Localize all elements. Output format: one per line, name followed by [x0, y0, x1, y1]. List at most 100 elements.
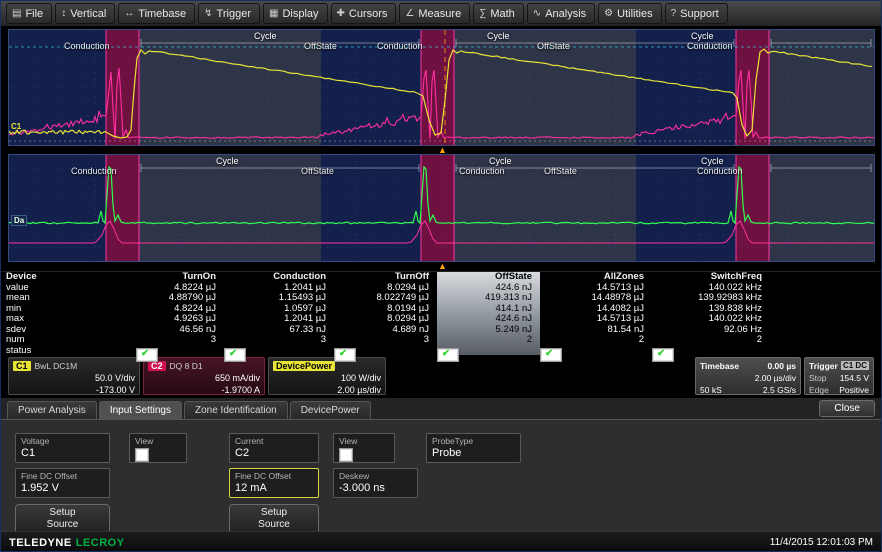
view-current-checkbox[interactable] [339, 448, 353, 462]
timebase-descriptor[interactable]: Timebase 0.00 µs 2.00 µs/div 50 kS 2.5 G… [695, 357, 801, 395]
tab-input-settings[interactable]: Input Settings [99, 401, 182, 419]
tab-zone-identification[interactable]: Zone Identification [184, 401, 288, 419]
table-row-label[interactable]: status [1, 346, 136, 362]
table-row-label[interactable]: num [1, 335, 136, 346]
table-cell[interactable]: 8.0294 µJ [334, 314, 437, 325]
table-cell[interactable]: ✔ [136, 348, 158, 362]
table-cell[interactable]: 4.88790 µJ [136, 293, 224, 304]
waveform-grid-top[interactable]: CycleCycleCycleConductionOffStateConduct… [8, 29, 875, 146]
setup-source-voltage-button[interactable]: Setup Source [15, 504, 110, 534]
trigger-time-marker-top[interactable]: ▲ [438, 146, 447, 154]
table-cell[interactable]: 140.022 kHz [652, 314, 770, 325]
table-cell[interactable]: 14.5713 µJ [540, 283, 652, 294]
current-field-label: Current [235, 436, 313, 446]
table-header-cell[interactable]: SwitchFreq [652, 272, 770, 283]
c2-coupling: DQ 8 D1 [170, 361, 203, 371]
menu-item-cursors[interactable]: ✚Cursors [331, 3, 397, 24]
table-cell[interactable]: 4.8224 µJ [136, 283, 224, 294]
table-cell[interactable]: 3 [334, 335, 437, 346]
table-cell[interactable]: 419.313 nJ [437, 293, 540, 304]
table-cell[interactable]: 424.6 nJ [437, 283, 540, 294]
table-cell[interactable]: 414.1 nJ [437, 304, 540, 315]
table-cell[interactable]: 1.2041 µJ [224, 283, 334, 294]
probe-type-field[interactable]: ProbeType Probe [426, 433, 521, 463]
table-cell[interactable]: 4.8224 µJ [136, 304, 224, 315]
view-voltage-checkbox[interactable] [135, 448, 149, 462]
tab-power-analysis[interactable]: Power Analysis [7, 401, 97, 419]
table-header-cell[interactable]: TurnOn [136, 272, 224, 283]
view-voltage-group[interactable]: View [129, 433, 187, 463]
table-cell[interactable]: 1.15493 µJ [224, 293, 334, 304]
table-row-label[interactable]: sdev [1, 325, 136, 336]
table-header-cell[interactable]: Conduction [224, 272, 334, 283]
table-cell[interactable]: ✔ [334, 348, 356, 362]
table-cell[interactable]: 2 [540, 335, 652, 346]
table-cell[interactable]: 1.0597 µJ [224, 304, 334, 315]
table-cell[interactable]: 424.6 nJ [437, 314, 540, 325]
table-row-label[interactable]: mean [1, 293, 136, 304]
table-cell[interactable]: 3 [224, 335, 334, 346]
table-cell[interactable]: 14.5713 µJ [540, 314, 652, 325]
waveform-grid-bottom[interactable]: CycleCycleCycleConductionOffStateConduct… [8, 154, 875, 262]
table-cell[interactable]: 140.022 kHz [652, 283, 770, 294]
table-cell[interactable]: 5.249 nJ [437, 325, 540, 336]
table-header-cell[interactable]: AllZones [540, 272, 652, 283]
table-cell[interactable]: 4.689 nJ [334, 325, 437, 336]
trace-label-c1[interactable]: C1 [11, 122, 21, 131]
table-header-cell[interactable]: OffState [437, 272, 540, 283]
table-cell[interactable]: 92.06 Hz [652, 325, 770, 336]
fine-dc-offset-voltage-field[interactable]: Fine DC Offset 1.952 V [15, 468, 110, 498]
table-cell[interactable]: 3 [136, 335, 224, 346]
table-cell[interactable]: 8.0194 µJ [334, 304, 437, 315]
table-cell[interactable]: 8.022749 µJ [334, 293, 437, 304]
table-header-cell[interactable]: Device [1, 272, 136, 283]
channel-descriptor-devicepower[interactable]: DevicePower 100 W/div 2.00 µs/div [268, 357, 386, 395]
deskew-field[interactable]: Deskew -3.000 ns [333, 468, 418, 498]
table-row-label[interactable]: max [1, 314, 136, 325]
table-header-cell[interactable]: TurnOff [334, 272, 437, 283]
table-cell[interactable]: 46.56 nJ [136, 325, 224, 336]
measure-icon: ∠ [405, 8, 414, 19]
fine-dc-offset-current-field[interactable]: Fine DC Offset 12 mA [229, 468, 319, 498]
table-cell[interactable]: 2 [652, 335, 770, 346]
table-cell[interactable]: 139.838 kHz [652, 304, 770, 315]
close-button[interactable]: Close [819, 400, 875, 417]
menu-item-measure[interactable]: ∠Measure [399, 3, 470, 24]
table-cell[interactable]: ✔ [540, 348, 562, 362]
table-cell[interactable]: 14.4082 µJ [540, 304, 652, 315]
view-current-group[interactable]: View [333, 433, 395, 463]
table-cell[interactable]: 67.33 nJ [224, 325, 334, 336]
menu-item-support[interactable]: ?Support [665, 3, 728, 24]
menu-item-utilities[interactable]: ⚙Utilities [598, 3, 661, 24]
menu-item-file[interactable]: ▤File [6, 3, 52, 24]
menu-item-trigger[interactable]: ↯Trigger [198, 3, 260, 24]
table-row-label[interactable]: min [1, 304, 136, 315]
table-header-row: DeviceTurnOnConductionTurnOffOffStateAll… [1, 272, 881, 283]
menu-item-analysis[interactable]: ∿Analysis [527, 3, 595, 24]
channel-descriptor-c2[interactable]: C2 DQ 8 D1 650 mA/div -1.9700 A [143, 357, 265, 395]
menu-item-label: Display [282, 8, 318, 20]
setup-source-current-button[interactable]: Setup Source [229, 504, 319, 534]
voltage-field[interactable]: Voltage C1 [15, 433, 110, 463]
current-field[interactable]: Current C2 [229, 433, 319, 463]
table-cell[interactable]: ✔ [224, 348, 246, 362]
trigger-descriptor[interactable]: Trigger C1 DC Stop 154.5 V Edge Positive [804, 357, 874, 395]
table-cell[interactable]: 14.48978 µJ [540, 293, 652, 304]
tab-devicepower[interactable]: DevicePower [290, 401, 371, 419]
table-cell[interactable]: 2 [437, 335, 540, 346]
menu-item-display[interactable]: ▦Display [263, 3, 328, 24]
table-cell[interactable]: 139.92983 kHz [652, 293, 770, 304]
menu-item-vertical[interactable]: ↕Vertical [55, 3, 115, 24]
table-cell[interactable]: 81.54 nJ [540, 325, 652, 336]
table-cell[interactable]: ✔ [437, 348, 459, 362]
menu-item-math[interactable]: ∑Math [473, 3, 524, 24]
table-cell[interactable]: ✔ [652, 348, 674, 362]
trace-label-devicepower[interactable]: Da [11, 215, 27, 226]
menu-item-timebase[interactable]: ↔Timebase [118, 3, 195, 24]
table-cell[interactable]: 8.0294 µJ [334, 283, 437, 294]
table-cell[interactable]: 1.2041 µJ [224, 314, 334, 325]
channel-descriptor-c1[interactable]: C1 BwL DC1M 50.0 V/div -173.00 V [8, 357, 140, 395]
table-row-label[interactable]: value [1, 283, 136, 294]
table-cell[interactable]: 4.9263 µJ [136, 314, 224, 325]
trigger-time-marker-bottom[interactable]: ▲ [438, 262, 447, 270]
